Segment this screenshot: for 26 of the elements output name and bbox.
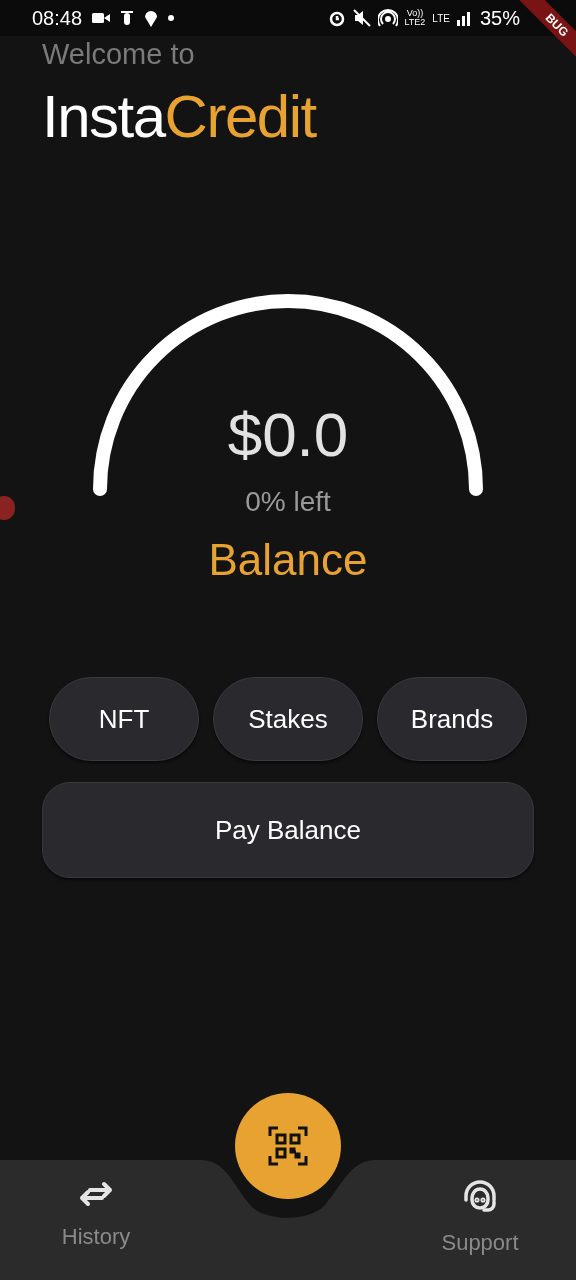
mute-icon — [352, 9, 371, 27]
hotspot-icon — [377, 9, 398, 27]
app-title: InstaCredit — [42, 87, 318, 147]
nav-item[interactable]: Support — [384, 1160, 576, 1280]
alarm-icon — [327, 9, 346, 27]
volte-label: Vo)) — [406, 9, 424, 18]
welcome-text: Welcome to — [42, 40, 196, 69]
action-button[interactable]: NFT — [49, 677, 199, 761]
map-pin-icon — [144, 9, 159, 27]
nav-item[interactable]: History — [0, 1160, 192, 1280]
swap-arrows-icon — [78, 1180, 114, 1208]
balance-label: Balance — [208, 538, 368, 582]
balance-amount: $0.0 — [227, 404, 349, 466]
pay-balance-button[interactable]: Pay Balance — [42, 782, 534, 878]
action-button[interactable]: Stakes — [213, 677, 363, 761]
clock: 08:48 — [32, 6, 83, 31]
battery-percent: 35% — [479, 6, 520, 31]
signal-icon — [456, 10, 473, 26]
network-label: LTE — [432, 11, 450, 26]
video-camera-icon — [92, 12, 111, 24]
volte-label: LTE2 — [404, 18, 426, 27]
scooter-icon — [120, 9, 135, 27]
remaining-text: 0% left — [245, 488, 331, 516]
action-button[interactable]: Brands — [377, 677, 527, 761]
qr-code-icon — [268, 1126, 308, 1166]
dot-icon — [168, 15, 175, 21]
